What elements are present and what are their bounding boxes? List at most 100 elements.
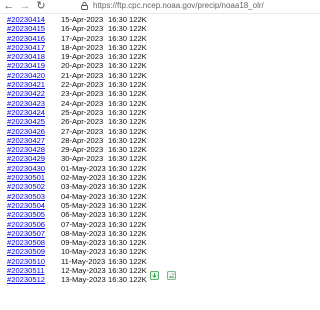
- file-link[interactable]: #20230421: [7, 80, 45, 89]
- file-date: 22-Apr-2023: [61, 80, 104, 90]
- file-link[interactable]: #20230418: [7, 52, 45, 61]
- file-size: 122K: [129, 117, 147, 127]
- file-date: 25-Apr-2023: [61, 107, 104, 117]
- file-size: 122K: [129, 247, 147, 257]
- file-size: 122K: [129, 182, 147, 192]
- file-time: 16:30: [108, 256, 128, 266]
- file-date: 20-Apr-2023: [61, 61, 104, 71]
- file-date: 26-Apr-2023: [61, 117, 104, 127]
- file-link[interactable]: #20230422: [7, 89, 45, 98]
- file-link[interactable]: #20230508: [7, 238, 45, 247]
- file-size: 122K: [129, 219, 147, 229]
- file-link[interactable]: #20230424: [7, 108, 45, 117]
- back-arrow-icon[interactable]: ←: [3, 0, 15, 12]
- file-link[interactable]: #20230506: [7, 220, 45, 229]
- file-time: 16:30: [108, 228, 128, 238]
- file-link[interactable]: #20230427: [7, 136, 45, 145]
- file-date: 05-May-2023: [61, 200, 106, 210]
- file-time: 16:30: [108, 247, 128, 257]
- address-bar[interactable]: https://ftp.cpc.ncep.noaa.gov/precip/noa…: [93, 1, 264, 11]
- file-size: 122K: [129, 145, 147, 155]
- reload-icon[interactable]: ↻: [35, 0, 47, 12]
- file-link[interactable]: #20230420: [7, 71, 45, 80]
- file-date: 09-May-2023: [61, 238, 106, 248]
- file-time: 16:30: [108, 200, 128, 210]
- file-date: 06-May-2023: [61, 210, 106, 220]
- file-time: 16:30: [108, 117, 128, 127]
- file-date: 11-May-2023: [61, 256, 106, 266]
- file-link[interactable]: #20230501: [7, 173, 45, 182]
- file-time: 16:30: [108, 24, 128, 34]
- file-time: 16:30: [108, 191, 128, 201]
- file-link[interactable]: #20230423: [7, 99, 45, 108]
- file-time: 16:30: [108, 145, 128, 155]
- file-link[interactable]: #20230503: [7, 192, 45, 201]
- file-link[interactable]: #20230414: [7, 15, 45, 24]
- image-file-icon[interactable]: [167, 271, 176, 280]
- file-link[interactable]: #20230430: [7, 164, 45, 173]
- file-time: 16:30: [108, 163, 128, 173]
- file-time: 16:30: [108, 61, 128, 71]
- file-time: 16:30: [108, 98, 128, 108]
- file-date: 19-Apr-2023: [61, 52, 104, 62]
- file-link[interactable]: #20230419: [7, 61, 45, 70]
- file-size: 122K: [129, 70, 147, 80]
- file-size: 122K: [129, 42, 147, 52]
- file-link[interactable]: #20230426: [7, 127, 45, 136]
- file-size: 122K: [129, 173, 147, 183]
- file-link[interactable]: #20230425: [7, 117, 45, 126]
- file-date: 07-May-2023: [61, 219, 106, 229]
- file-size: 122K: [129, 154, 147, 164]
- file-link[interactable]: #20230429: [7, 154, 45, 163]
- file-link[interactable]: #20230507: [7, 229, 45, 238]
- file-time: 16:30: [108, 210, 128, 220]
- file-size: 122K: [129, 52, 147, 62]
- file-time: 16:30: [108, 266, 128, 276]
- file-time: 16:30: [108, 15, 128, 24]
- file-date: 15-Apr-2023: [61, 15, 104, 24]
- file-link[interactable]: #20230505: [7, 210, 45, 219]
- file-size: 122K: [129, 238, 147, 248]
- file-size: 122K: [129, 228, 147, 238]
- file-size: 122K: [129, 61, 147, 71]
- file-size: 122K: [129, 200, 147, 210]
- forward-arrow-icon[interactable]: →: [19, 0, 31, 12]
- file-time: 16:30: [108, 126, 128, 136]
- file-size: 122K: [129, 256, 147, 266]
- file-time: 16:30: [108, 89, 128, 99]
- file-link[interactable]: #20230510: [7, 257, 45, 266]
- file-link[interactable]: #20230512: [7, 275, 45, 284]
- file-time: 16:30: [108, 182, 128, 192]
- file-date: 08-May-2023: [61, 228, 106, 238]
- file-size: 122K: [129, 275, 147, 285]
- file-size: 122K: [129, 33, 147, 43]
- file-time: 16:30: [108, 52, 128, 62]
- file-time: 16:30: [108, 275, 128, 285]
- file-size: 122K: [129, 135, 147, 145]
- file-time: 16:30: [108, 42, 128, 52]
- file-date: 28-Apr-2023: [61, 135, 104, 145]
- file-link[interactable]: #20230417: [7, 43, 45, 52]
- file-size: 122K: [129, 15, 147, 24]
- file-time: 16:30: [108, 219, 128, 229]
- file-size: 122K: [129, 266, 147, 276]
- file-date: 01-May-2023: [61, 163, 106, 173]
- file-date: 03-May-2023: [61, 182, 106, 192]
- file-time: 16:30: [108, 154, 128, 164]
- file-link[interactable]: #20230428: [7, 145, 45, 154]
- site-info-icon[interactable]: [81, 2, 88, 10]
- file-link[interactable]: #20230415: [7, 24, 45, 33]
- file-date: 13-May-2023: [61, 275, 106, 285]
- browser-toolbar: ← → ↻ https://ftp.cpc.ncep.noaa.gov/prec…: [0, 0, 320, 14]
- download-icon[interactable]: [150, 271, 159, 280]
- file-time: 16:30: [108, 173, 128, 183]
- file-link[interactable]: #20230504: [7, 201, 45, 210]
- file-link[interactable]: #20230509: [7, 247, 45, 256]
- file-size: 122K: [129, 98, 147, 108]
- file-link[interactable]: #20230511: [7, 266, 44, 275]
- file-link[interactable]: #20230416: [7, 34, 45, 43]
- file-date: 27-Apr-2023: [61, 126, 104, 136]
- file-link[interactable]: #20230502: [7, 182, 45, 191]
- file-date: 23-Apr-2023: [61, 89, 104, 99]
- file-time: 16:30: [108, 80, 128, 90]
